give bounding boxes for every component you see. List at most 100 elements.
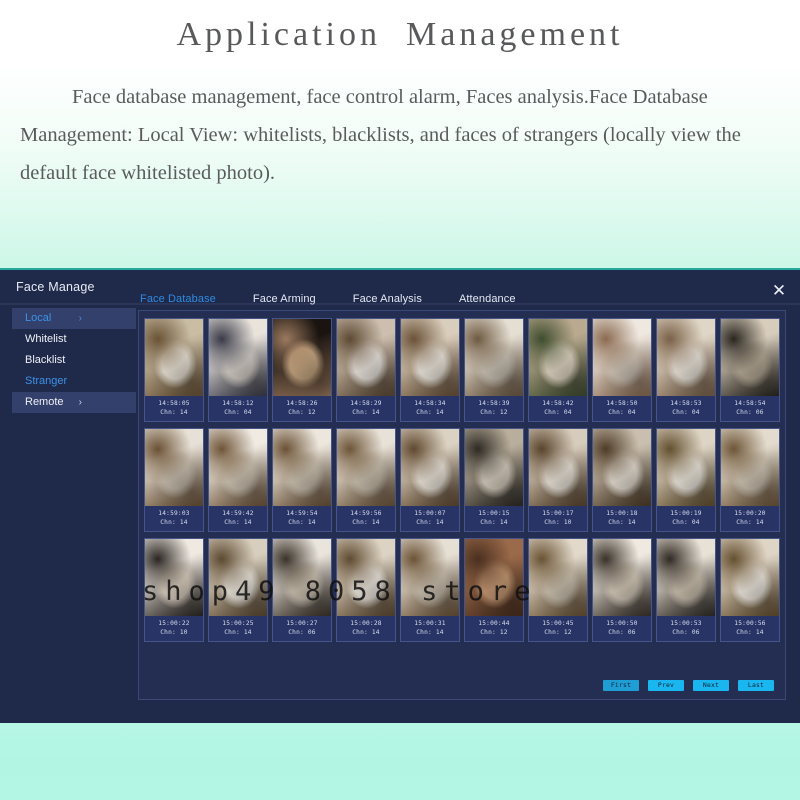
sidebar-item-whitelist[interactable]: Whitelist (12, 329, 136, 350)
face-card[interactable]: 14:59:56 Chn: 14 (336, 428, 396, 532)
face-card-meta: 15:00:19 Chn: 04 (657, 506, 715, 531)
face-card[interactable]: 14:58:42 Chn: 04 (528, 318, 588, 422)
face-card[interactable]: 15:00:15 Chn: 14 (464, 428, 524, 532)
face-card[interactable]: 14:58:39 Chn: 12 (464, 318, 524, 422)
face-thumbnail-overlay (273, 319, 331, 396)
face-thumbnail (529, 429, 587, 506)
face-card[interactable]: 14:58:53 Chn: 04 (656, 318, 716, 422)
face-thumbnail-overlay (593, 429, 651, 506)
face-thumbnail-overlay (273, 539, 331, 616)
face-timestamp: 14:59:54 (286, 510, 318, 517)
sidebar: Local › Whitelist Blacklist Stranger Remote › (12, 308, 136, 413)
face-thumbnail (657, 429, 715, 506)
face-channel: Chn: 14 (480, 519, 508, 526)
face-channel: Chn: 14 (736, 519, 764, 526)
face-thumbnail-overlay (657, 539, 715, 616)
face-card[interactable]: 15:00:28 Chn: 14 (336, 538, 396, 642)
face-card[interactable]: 15:00:17 Chn: 10 (528, 428, 588, 532)
sidebar-item-label: Blacklist (25, 354, 66, 366)
face-thumbnail (273, 319, 331, 396)
face-thumbnail-overlay (529, 429, 587, 506)
face-thumbnail (465, 539, 523, 616)
face-card[interactable]: 14:58:12 Chn: 04 (208, 318, 268, 422)
sidebar-item-remote[interactable]: Remote › (12, 392, 136, 413)
face-channel: Chn: 14 (416, 629, 444, 636)
face-card[interactable]: 14:58:50 Chn: 04 (592, 318, 652, 422)
face-card[interactable]: 14:58:26 Chn: 12 (272, 318, 332, 422)
face-thumbnail (145, 319, 203, 396)
face-timestamp: 14:58:12 (222, 400, 254, 407)
face-card[interactable]: 14:59:54 Chn: 14 (272, 428, 332, 532)
face-card[interactable]: 15:00:18 Chn: 14 (592, 428, 652, 532)
background-mint-strip (0, 723, 800, 800)
face-channel: Chn: 10 (544, 519, 572, 526)
face-thumbnail-overlay (529, 539, 587, 616)
face-card-meta: 14:58:26 Chn: 12 (273, 396, 331, 421)
face-channel: Chn: 06 (288, 629, 316, 636)
face-card[interactable]: 14:58:29 Chn: 14 (336, 318, 396, 422)
pagination-prev-button[interactable]: Prev (648, 680, 684, 691)
pagination-first-button[interactable]: First (603, 680, 639, 691)
face-channel: Chn: 06 (736, 409, 764, 416)
tab-face-analysis[interactable]: Face Analysis (353, 293, 422, 305)
face-thumbnail (145, 539, 203, 616)
face-timestamp: 14:59:42 (222, 510, 254, 517)
sidebar-item-blacklist[interactable]: Blacklist (12, 350, 136, 371)
sidebar-item-label: Local (25, 312, 52, 324)
face-card-meta: 14:58:12 Chn: 04 (209, 396, 267, 421)
face-grid-row: 14:58:05 Chn: 14 14:58:12 Chn: 04 14:58:26 Ch… (144, 318, 780, 422)
face-card[interactable]: 15:00:31 Chn: 14 (400, 538, 460, 642)
tab-face-arming[interactable]: Face Arming (253, 293, 316, 305)
pagination-next-button[interactable]: Next (693, 680, 729, 691)
face-channel: Chn: 14 (352, 409, 380, 416)
face-thumbnail-overlay (465, 319, 523, 396)
face-thumbnail (209, 539, 267, 616)
face-card-meta: 14:59:54 Chn: 14 (273, 506, 331, 531)
face-thumbnail-overlay (401, 429, 459, 506)
face-card-meta: 14:58:53 Chn: 04 (657, 396, 715, 421)
face-thumbnail-overlay (337, 539, 395, 616)
face-thumbnail (209, 429, 267, 506)
face-card[interactable]: 15:00:07 Chn: 14 (400, 428, 460, 532)
tab-attendance[interactable]: Attendance (459, 293, 516, 305)
face-card[interactable]: 15:00:27 Chn: 06 (272, 538, 332, 642)
face-channel: Chn: 14 (160, 409, 188, 416)
face-thumbnail-overlay (337, 429, 395, 506)
sidebar-item-stranger[interactable]: Stranger (12, 371, 136, 392)
face-card[interactable]: 15:00:19 Chn: 04 (656, 428, 716, 532)
tab-face-database[interactable]: Face Database (140, 293, 216, 305)
screenshot-root: Application Management Face database man… (0, 0, 800, 800)
face-timestamp: 14:58:05 (158, 400, 190, 407)
face-thumbnail (593, 319, 651, 396)
face-card[interactable]: 15:00:25 Chn: 14 (208, 538, 268, 642)
face-channel: Chn: 12 (544, 629, 572, 636)
face-timestamp: 15:00:27 (286, 620, 318, 627)
face-timestamp: 15:00:53 (670, 620, 702, 627)
face-channel: Chn: 14 (288, 519, 316, 526)
sidebar-item-local[interactable]: Local › (12, 308, 136, 329)
face-channel: Chn: 10 (160, 629, 188, 636)
face-channel: Chn: 14 (736, 629, 764, 636)
face-thumbnail-overlay (657, 429, 715, 506)
face-card[interactable]: 14:58:54 Chn: 06 (720, 318, 780, 422)
face-timestamp: 15:00:56 (734, 620, 766, 627)
face-card[interactable]: 14:58:05 Chn: 14 (144, 318, 204, 422)
face-thumbnail-overlay (337, 319, 395, 396)
face-card[interactable]: 15:00:20 Chn: 14 (720, 428, 780, 532)
close-icon[interactable]: ✕ (768, 279, 790, 301)
pagination-last-button[interactable]: Last (738, 680, 774, 691)
face-card[interactable]: 14:59:03 Chn: 14 (144, 428, 204, 532)
face-card-meta: 14:58:29 Chn: 14 (337, 396, 395, 421)
face-card[interactable]: 14:58:34 Chn: 14 (400, 318, 460, 422)
face-channel: Chn: 14 (224, 629, 252, 636)
face-thumbnail (593, 429, 651, 506)
face-card[interactable]: 15:00:56 Chn: 14 (720, 538, 780, 642)
face-card[interactable]: 15:00:53 Chn: 06 (656, 538, 716, 642)
face-card[interactable]: 15:00:50 Chn: 06 (592, 538, 652, 642)
face-card[interactable]: 15:00:44 Chn: 12 (464, 538, 524, 642)
face-timestamp: 15:00:19 (670, 510, 702, 517)
face-card[interactable]: 15:00:22 Chn: 10 (144, 538, 204, 642)
face-card[interactable]: 15:00:45 Chn: 12 (528, 538, 588, 642)
face-channel: Chn: 04 (608, 409, 636, 416)
face-card[interactable]: 14:59:42 Chn: 14 (208, 428, 268, 532)
